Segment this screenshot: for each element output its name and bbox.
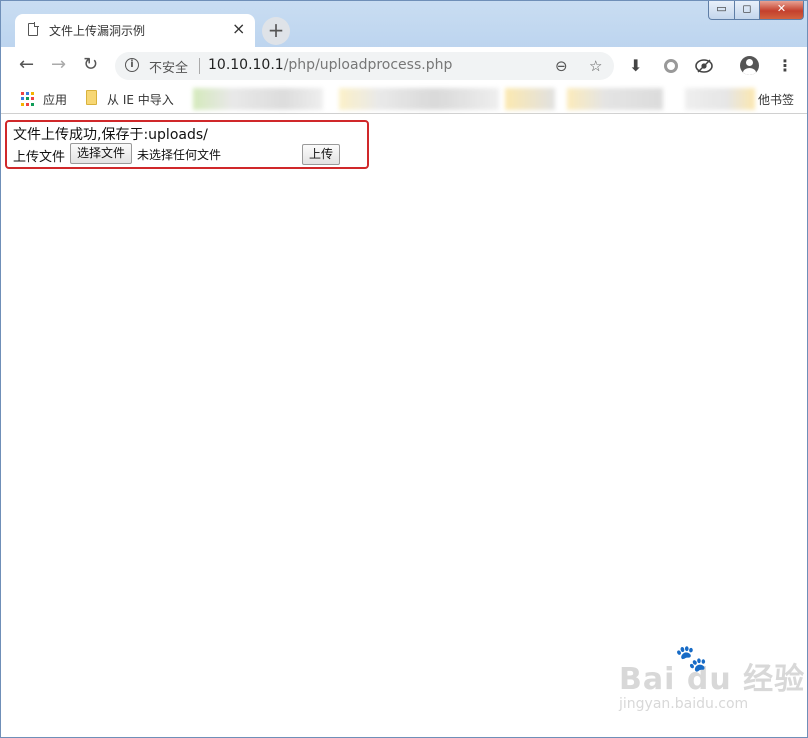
menu-icon[interactable]: ⋮ [777, 55, 793, 77]
close-window-button[interactable]: ✕ [760, 1, 804, 20]
tab-close-icon[interactable]: × [232, 20, 245, 38]
reload-button[interactable]: ↻ [83, 54, 98, 76]
paw-icon: 🐾 [675, 644, 708, 674]
no-file-text: 未选择任何文件 [137, 148, 222, 162]
blurred-bookmark[interactable] [193, 88, 323, 110]
page-content: 文件上传成功,保存于:uploads/ 上传文件 选择文件 未选择任何文件 上传… [1, 114, 807, 737]
forward-button[interactable]: → [51, 54, 66, 76]
browser-window: 文件上传漏洞示例 × + ▭ ◻ ✕ ← → ↻ i 不安全 10.10.10.… [0, 0, 808, 738]
document-icon [28, 22, 39, 36]
security-label[interactable]: 不安全 [149, 57, 188, 76]
browser-toolbar: ← → ↻ i 不安全 10.10.10.1/php/uploadprocess… [1, 47, 807, 85]
url-text[interactable]: 10.10.10.1/php/uploadprocess.php [208, 57, 452, 73]
blurred-bookmark[interactable] [505, 88, 555, 110]
blurred-bookmark[interactable] [567, 88, 663, 110]
upload-label: 上传文件 [13, 150, 66, 165]
url-host: 10.10.10.1 [208, 57, 284, 73]
bookmark-ie-import[interactable]: 从 IE 中导入 [107, 91, 174, 108]
url-path: /php/uploadprocess.php [283, 57, 453, 73]
window-controls: ▭ ◻ ✕ [708, 1, 804, 21]
apps-grid-icon[interactable] [21, 92, 35, 106]
address-bar[interactable]: i 不安全 10.10.10.1/php/uploadprocess.php ⊖… [115, 52, 614, 80]
info-icon[interactable]: i [125, 58, 139, 72]
choose-file-button[interactable]: 选择文件 [70, 143, 133, 164]
back-button[interactable]: ← [19, 54, 34, 76]
minimize-button[interactable]: ▭ [708, 1, 735, 20]
maximize-button[interactable]: ◻ [735, 1, 760, 20]
watermark-brand: Bai du 经验 [619, 662, 806, 697]
blurred-bookmark[interactable] [339, 88, 499, 110]
extension-eye-icon[interactable] [695, 58, 713, 74]
new-tab-button[interactable]: + [262, 17, 290, 45]
address-separator [199, 58, 200, 74]
bookmarks-bar: 应用 从 IE 中导入 他书签 [1, 85, 807, 114]
blurred-bookmark[interactable] [685, 88, 755, 110]
bookmark-other[interactable]: 他书签 [758, 91, 794, 108]
baidu-watermark: 🐾 Bai du 经验 jingyan.baidu.com [619, 644, 806, 712]
watermark-url: jingyan.baidu.com [619, 696, 749, 712]
download-icon[interactable]: ⬇ [629, 55, 642, 77]
extension-ring-icon[interactable] [664, 59, 678, 73]
folder-icon [86, 90, 97, 105]
upload-submit-button[interactable]: 上传 [302, 144, 341, 165]
upload-success-message: 文件上传成功,保存于:uploads/ [13, 127, 208, 143]
bookmark-apps[interactable]: 应用 [43, 91, 67, 108]
tab-strip: 文件上传漏洞示例 × + ▭ ◻ ✕ [1, 1, 807, 47]
profile-avatar-icon[interactable] [740, 56, 759, 75]
star-icon[interactable]: ☆ [589, 56, 602, 76]
zoom-icon[interactable]: ⊖ [555, 56, 568, 76]
tab-title: 文件上传漏洞示例 [49, 24, 146, 38]
tab-active[interactable]: 文件上传漏洞示例 × [15, 14, 255, 47]
